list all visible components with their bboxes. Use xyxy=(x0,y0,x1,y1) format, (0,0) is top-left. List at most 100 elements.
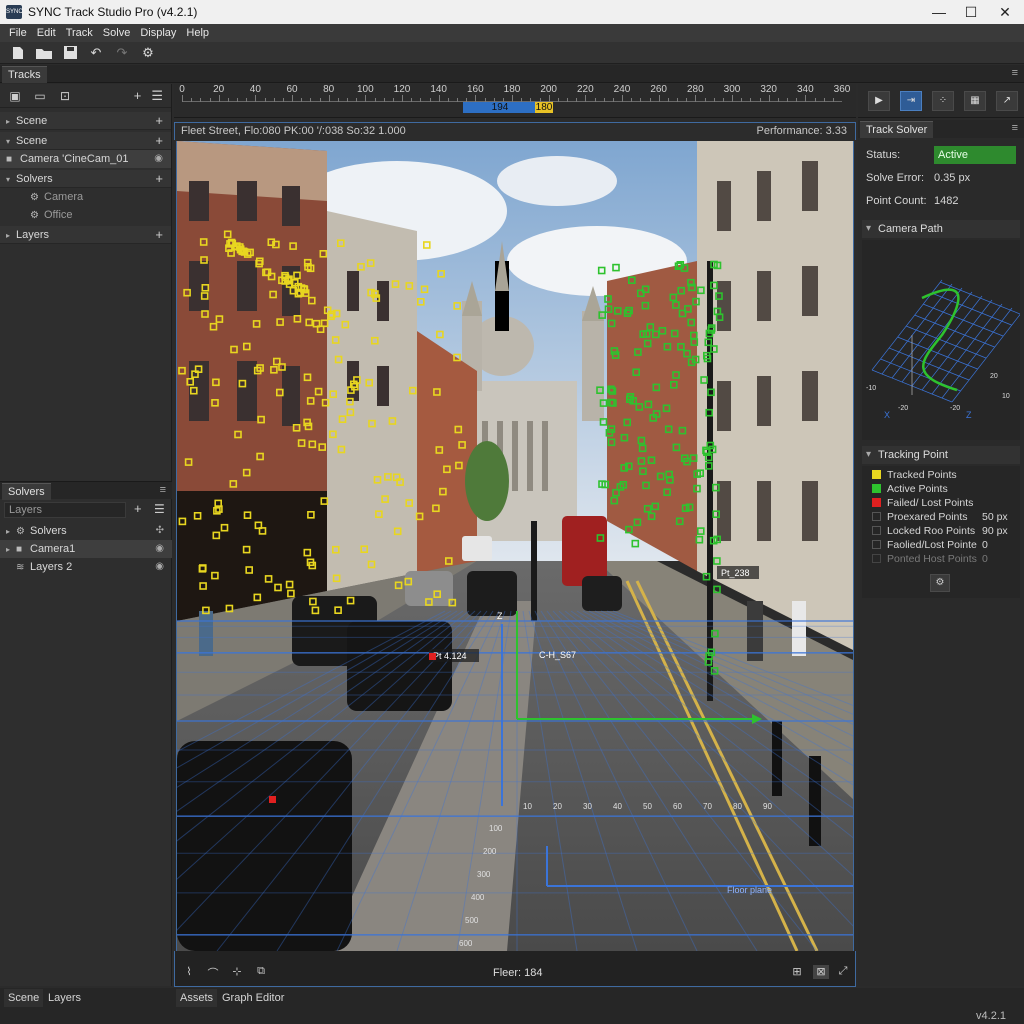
open-folder-icon[interactable] xyxy=(34,44,54,62)
menu-file[interactable]: File xyxy=(4,27,32,39)
legend-failed-points[interactable]: Failed/ Lost Points xyxy=(872,496,973,510)
tab-assets[interactable]: Assets xyxy=(176,989,218,1007)
lower-tree-layers2[interactable]: ≋ Layers 2 ◉ xyxy=(0,558,172,576)
undo-icon[interactable]: ↶ xyxy=(86,44,106,62)
visibility-eye-icon[interactable]: ◉ xyxy=(155,558,164,576)
pin-icon[interactable]: ✣ xyxy=(156,522,164,540)
timeline-tick xyxy=(567,98,568,102)
minimize-button[interactable]: — xyxy=(922,0,956,24)
curve-tool-icon[interactable]: ⌇ xyxy=(181,965,197,979)
layers-search-input[interactable]: Layers xyxy=(4,502,126,518)
timeline-tick xyxy=(493,98,495,102)
panel-menu-icon[interactable]: ≡ xyxy=(1012,67,1018,79)
failed-track-point[interactable] xyxy=(429,653,436,660)
list-icon[interactable]: ☰ xyxy=(154,502,165,516)
panel-menu-icon[interactable]: ≡ xyxy=(1012,122,1018,134)
legend-proexared-points[interactable]: Proexared Points 50 px xyxy=(872,510,1020,524)
camera-path-header[interactable]: Camera Path xyxy=(862,220,1020,238)
tree-item-solver-camera[interactable]: ⚙ Camera xyxy=(0,188,171,206)
redo-icon[interactable]: ↷ xyxy=(112,44,132,62)
add-icon[interactable]: + xyxy=(155,132,163,150)
track-mode-icon[interactable]: ⇥ xyxy=(900,90,922,111)
play-solve-icon[interactable]: ▶ xyxy=(868,90,890,111)
camera-path-view[interactable]: X Z -20 -20 20 -10 10 xyxy=(862,240,1023,440)
add-icon[interactable]: + xyxy=(134,88,142,104)
camera-view-icon[interactable]: ⊠ xyxy=(813,965,829,979)
tab-scene[interactable]: Scene xyxy=(4,989,44,1007)
menu-display[interactable]: Display xyxy=(135,27,181,39)
legend-tracked-points[interactable]: Tracked Points xyxy=(872,468,957,482)
track-label-c[interactable]: C-H_S67 xyxy=(539,650,576,660)
add-icon[interactable]: + xyxy=(155,226,163,244)
menu-track[interactable]: Track xyxy=(61,27,98,39)
tree-section-scene[interactable]: ▸ Scene + xyxy=(0,112,171,130)
save-icon[interactable] xyxy=(60,44,80,62)
import-icon[interactable]: ⊡ xyxy=(56,89,74,103)
list-icon[interactable]: ☰ xyxy=(151,88,163,104)
folder-icon[interactable]: ▭ xyxy=(31,89,49,103)
menu-help[interactable]: Help xyxy=(181,27,214,39)
tree-section-solvers[interactable]: ▾ Solvers + xyxy=(0,170,171,188)
timeline-tick xyxy=(319,98,321,102)
fullscreen-icon[interactable]: ⤢ xyxy=(835,965,851,979)
add-icon[interactable]: + xyxy=(155,170,163,188)
failed-track-point[interactable] xyxy=(269,796,276,803)
timeline[interactable]: 194 180 0 20 40 60 80 100 120 140 160 180 200 220 24… xyxy=(174,84,856,118)
timeline-tick-label: 200 xyxy=(540,84,557,95)
tree-section-layers[interactable]: ▸ Layers + xyxy=(0,226,171,244)
legend-faolied-points[interactable]: Faolied/Lost Pointe 0 xyxy=(872,538,1020,552)
arc-tool-icon[interactable]: ⌒ xyxy=(205,965,221,980)
tab-tracks[interactable]: Tracks xyxy=(2,66,47,83)
timeline-tick xyxy=(457,98,458,102)
timeline-tick xyxy=(768,95,770,102)
timeline-tick xyxy=(356,98,358,102)
timeline-tick xyxy=(310,98,312,102)
points-mode-icon[interactable]: ⁘ xyxy=(932,90,954,111)
track-label-b[interactable]: Pt_238 xyxy=(721,568,750,578)
path-grid-line xyxy=(881,283,953,375)
tab-track-solver[interactable]: Track Solver xyxy=(860,121,934,138)
legend-ponted-points[interactable]: Ponted Host Points 0 xyxy=(872,552,1020,566)
settings-gear-icon[interactable]: ⚙ xyxy=(138,44,158,62)
lower-tree-camera1[interactable]: ▸ ■ Camera1 ◉ xyxy=(0,540,172,558)
add-icon[interactable]: + xyxy=(134,501,142,516)
left-panel: ▣ ▭ ⊡ + ☰ ▸ Scene + ▾ Scene + ■ Camera 'Cin… xyxy=(0,84,172,986)
menu-edit[interactable]: Edit xyxy=(32,27,61,39)
timeline-tick xyxy=(484,98,486,102)
track-label-a[interactable]: Pt 4.124 xyxy=(433,651,467,661)
visibility-eye-icon[interactable]: ◉ xyxy=(155,540,164,558)
path-grid-line xyxy=(931,303,1003,395)
close-button[interactable]: ✕ xyxy=(988,0,1022,24)
tree-item-solver-office[interactable]: ⚙ Office xyxy=(0,206,171,224)
lower-tree-solvers[interactable]: ▸ ⚙ Solvers ✣ xyxy=(0,522,172,540)
frame-tool-icon[interactable]: ⧉ xyxy=(253,965,269,979)
maximize-button[interactable]: ☐ xyxy=(954,0,988,24)
green-swatch xyxy=(872,484,881,493)
menu-solve[interactable]: Solve xyxy=(98,27,136,39)
graph-mode-icon[interactable]: ↗ xyxy=(996,90,1018,111)
tree-item-camera[interactable]: ■ Camera 'CineCam_01 ◉ xyxy=(0,150,171,168)
camera-folder-icon[interactable]: ▣ xyxy=(6,89,24,103)
timeline-tick xyxy=(622,95,623,102)
add-icon[interactable]: + xyxy=(155,112,163,130)
tree-label: Office xyxy=(44,209,73,221)
axis-tool-icon[interactable]: ⊹ xyxy=(229,965,245,979)
grid-toggle-icon[interactable]: ⊞ xyxy=(789,965,805,979)
panel-menu-icon[interactable]: ≡ xyxy=(160,484,166,496)
timeline-tick xyxy=(677,98,678,102)
tab-graph-editor[interactable]: Graph Editor xyxy=(218,989,289,1007)
legend-locked-points[interactable]: Locked Roo Points 90 px xyxy=(872,524,1020,538)
new-file-icon[interactable] xyxy=(8,44,28,62)
visibility-eye-icon[interactable]: ◉ xyxy=(154,150,163,168)
tab-solvers[interactable]: Solvers xyxy=(2,483,51,500)
timeline-range[interactable]: 194 xyxy=(463,102,537,113)
legend-active-points[interactable]: Active Points xyxy=(872,482,948,496)
timeline-playhead[interactable]: 180 xyxy=(535,102,553,113)
tree-section-scene-2[interactable]: ▾ Scene + xyxy=(0,132,171,150)
grid-mode-icon[interactable]: ▦ xyxy=(964,90,986,111)
timeline-tick xyxy=(585,95,587,102)
tracking-point-header[interactable]: Tracking Point xyxy=(862,446,1020,464)
point-settings-icon[interactable]: ⚙ xyxy=(930,574,950,592)
tracking-viewport[interactable]: 10 20 30 40 50 60 70 80 90 100 200 300 400 500 600 Z P… xyxy=(176,141,854,951)
tab-layers[interactable]: Layers xyxy=(44,989,86,1007)
